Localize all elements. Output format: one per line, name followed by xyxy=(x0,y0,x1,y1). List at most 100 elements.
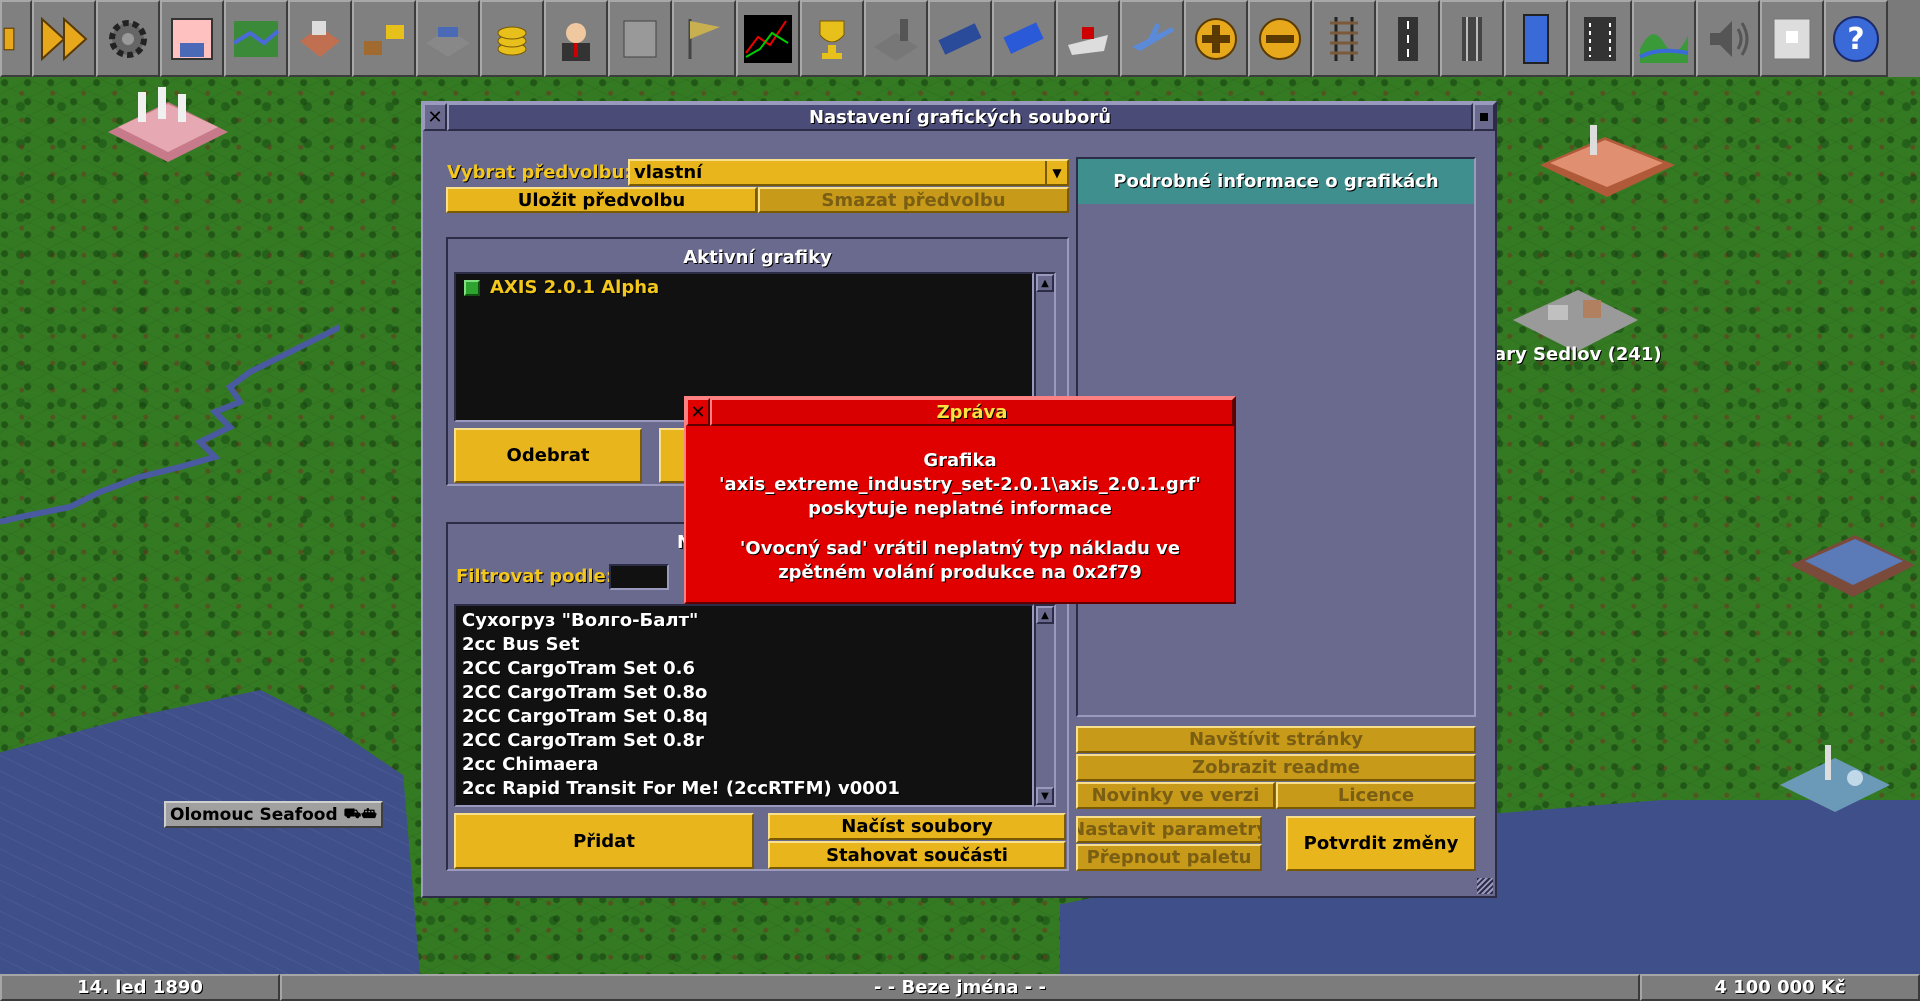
delete-preset-button[interactable]: Smazat předvolbu xyxy=(758,187,1069,213)
window-title[interactable]: Nastavení grafických souborů xyxy=(447,103,1473,131)
ship-icon xyxy=(1068,26,1108,55)
list-item[interactable]: 2cc Bus Set xyxy=(462,634,579,655)
license-button[interactable]: Licence xyxy=(1276,782,1476,809)
list-item[interactable]: 2CC CargoTram Set 0.8r xyxy=(462,730,704,751)
book-icon xyxy=(623,20,657,57)
fast-forward-button[interactable] xyxy=(32,0,96,77)
build-tram-button[interactable] xyxy=(1440,0,1504,77)
industry-sign-olomouc-seafood[interactable]: Olomouc Seafood ⛟⛴ xyxy=(164,801,383,828)
error-message-window: ✕ Zpráva Grafika 'axis_extreme_industry_… xyxy=(684,396,1236,604)
industry-refinery-cyan-icon[interactable] xyxy=(1775,740,1895,820)
sticky-icon xyxy=(1480,113,1488,121)
pause-button[interactable] xyxy=(0,0,32,77)
close-window-button[interactable]: ✕ xyxy=(423,103,447,131)
pause-icon xyxy=(3,27,15,50)
changelog-button[interactable]: Novinky ve verzi xyxy=(1076,782,1275,809)
message-title[interactable]: Zpráva xyxy=(710,398,1234,426)
league-table-button[interactable] xyxy=(800,0,864,77)
scroll-up-icon[interactable]: ▲ xyxy=(1036,606,1054,624)
train-icon xyxy=(938,22,982,55)
apply-changes-button[interactable]: Potvrdit změny xyxy=(1286,816,1476,871)
preset-dropdown[interactable]: vlastní ▼ xyxy=(628,159,1069,186)
story-book-button[interactable] xyxy=(608,0,672,77)
company-button[interactable] xyxy=(544,0,608,77)
subsidies-button[interactable] xyxy=(352,0,416,77)
world-map-button[interactable] xyxy=(224,0,288,77)
finances-button[interactable] xyxy=(480,0,544,77)
airport-icon xyxy=(1584,16,1616,61)
map-icon xyxy=(232,20,280,57)
landscaping-button[interactable] xyxy=(1632,0,1696,77)
aircraft-button[interactable] xyxy=(1120,0,1184,77)
close-message-button[interactable]: ✕ xyxy=(686,398,710,426)
save-button[interactable] xyxy=(160,0,224,77)
active-grf-name: AXIS 2.0.1 Alpha xyxy=(490,277,660,298)
available-grf-list[interactable]: Сухогруз "Волго-Балт" 2cc Bus Set 2CC Carg… xyxy=(454,604,1034,807)
build-waterways-button[interactable] xyxy=(1504,0,1568,77)
list-item[interactable]: 2cc Chimaera xyxy=(462,754,598,775)
list-item[interactable]: 2CC CargoTram Set 0.6 xyxy=(462,658,695,679)
zoom-out-icon xyxy=(1259,17,1301,60)
filter-input[interactable] xyxy=(609,564,669,590)
list-item[interactable]: 2cc Rapid Transit For Me! (2ccRTFM) v000… xyxy=(462,778,900,799)
toggle-palette-button[interactable]: Přepnout paletu xyxy=(1076,844,1262,871)
scroll-down-icon[interactable]: ▼ xyxy=(1036,787,1054,805)
available-list-scrollbar[interactable]: ▲ ▼ xyxy=(1034,604,1056,807)
coins-icon xyxy=(497,26,527,55)
build-airport-button[interactable] xyxy=(1568,0,1632,77)
sticky-window-button[interactable] xyxy=(1473,103,1495,131)
message-line-4: 'Ovocný sad' vrátil neplatný typ nákladu… xyxy=(739,538,1181,559)
industry-warehouse-blue-icon[interactable] xyxy=(1785,525,1920,605)
add-grf-button[interactable]: Přidat xyxy=(454,813,754,869)
date-display[interactable]: 14. led 1890 xyxy=(0,974,280,1001)
rail-track-icon xyxy=(1330,16,1358,61)
station-list-button[interactable] xyxy=(416,0,480,77)
message-titlebar[interactable]: ✕ Zpráva xyxy=(686,398,1234,426)
chevron-down-icon[interactable]: ▼ xyxy=(1045,161,1067,184)
message-line-5: zpětném volání produkce na 0x2f79 xyxy=(778,562,1142,583)
canal-icon xyxy=(1523,13,1549,64)
graphs-button[interactable] xyxy=(736,0,800,77)
zoom-in-button[interactable] xyxy=(1184,0,1248,77)
remove-grf-button[interactable]: Odebrat xyxy=(454,428,642,483)
ships-button[interactable] xyxy=(1056,0,1120,77)
town-name-label[interactable]: ary Sedlov (241) xyxy=(1494,344,1662,365)
list-item[interactable]: Сухогруз "Волго-Балт" xyxy=(462,610,698,631)
resize-grip-icon[interactable] xyxy=(1477,878,1493,894)
list-item[interactable]: 2CC CargoTram Set 0.8o xyxy=(462,682,707,703)
town-directory-button[interactable] xyxy=(288,0,352,77)
industries-button[interactable] xyxy=(864,0,928,77)
save-preset-button[interactable]: Uložit předvolbu xyxy=(446,187,757,213)
news-ticker[interactable]: - - Beze jména - - xyxy=(280,974,1640,1001)
window-titlebar[interactable]: ✕ Nastavení grafických souborů xyxy=(423,103,1495,131)
message-line-2: 'axis_extreme_industry_set-2.0.1\axis_2.… xyxy=(719,474,1201,495)
goals-button[interactable] xyxy=(672,0,736,77)
town-icon xyxy=(300,20,340,57)
industry-factory-orange-icon[interactable] xyxy=(1535,125,1680,205)
zoom-in-icon xyxy=(1195,17,1237,60)
close-icon: ✕ xyxy=(427,106,443,128)
subsidies-icon xyxy=(364,24,404,55)
set-parameters-button[interactable]: Nastavit parametry xyxy=(1076,816,1262,843)
question-icon: ? xyxy=(1833,15,1879,62)
help-button[interactable]: ? xyxy=(1824,0,1888,77)
build-railway-button[interactable] xyxy=(1312,0,1376,77)
industry-factory-pink-icon[interactable] xyxy=(98,82,233,172)
message-line-3: poskytuje neplatné informace xyxy=(808,498,1112,519)
road-vehicles-button[interactable] xyxy=(992,0,1056,77)
load-files-button[interactable]: Načíst soubory xyxy=(768,813,1066,840)
settings-button[interactable] xyxy=(96,0,160,77)
road-icon xyxy=(1398,16,1418,61)
download-content-button[interactable]: Stahovat součásti xyxy=(768,841,1066,869)
music-button[interactable] xyxy=(1696,0,1760,77)
visit-website-button[interactable]: Navštívit stránky xyxy=(1076,726,1476,753)
trains-button[interactable] xyxy=(928,0,992,77)
build-road-button[interactable] xyxy=(1376,0,1440,77)
scroll-up-icon[interactable]: ▲ xyxy=(1036,274,1054,292)
news-button[interactable] xyxy=(1760,0,1824,77)
list-item[interactable]: 2CC CargoTram Set 0.8q xyxy=(462,706,708,727)
money-display[interactable]: 4 100 000 Kč xyxy=(1640,974,1920,1001)
zoom-out-button[interactable] xyxy=(1248,0,1312,77)
show-readme-button[interactable]: Zobrazit readme xyxy=(1076,754,1476,781)
list-item[interactable]: AXIS 2.0.1 Alpha xyxy=(464,277,659,298)
